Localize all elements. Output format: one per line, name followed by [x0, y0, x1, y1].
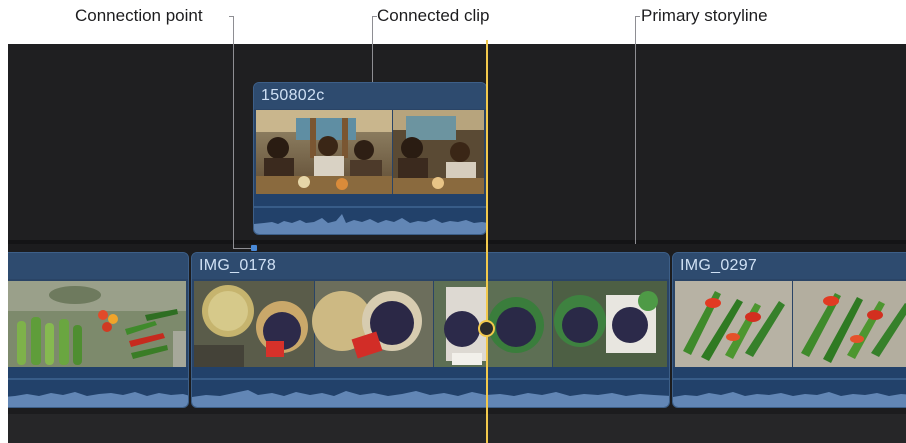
filmstrip	[675, 281, 906, 367]
filmstrip	[256, 110, 484, 194]
filmstrip	[194, 281, 667, 367]
waveform-graphic	[8, 378, 188, 407]
filmstrip-thumbnails	[675, 281, 906, 367]
playhead[interactable]	[486, 40, 488, 443]
clip-header	[8, 253, 188, 279]
audio-waveform	[673, 367, 906, 407]
thumbnail-market-1	[194, 281, 314, 367]
clip-title: IMG_0297	[680, 257, 758, 274]
thumbnail-peppers-2	[793, 281, 906, 367]
clip-header: IMG_0178	[192, 253, 669, 279]
waveform-graphic	[673, 378, 906, 407]
primary-storyline-leader	[635, 16, 636, 244]
waveform-graphic	[192, 378, 669, 407]
thumbnail-diners-2	[393, 110, 484, 194]
connection-point-leader	[233, 16, 234, 249]
waveform-graphic	[254, 206, 486, 234]
audio-waveform	[192, 367, 669, 407]
filmstrip-thumbnails	[8, 281, 186, 367]
clip-title: 150802c	[261, 87, 325, 104]
audio-waveform	[8, 367, 188, 407]
connected-clip[interactable]: 150802c	[253, 82, 487, 235]
filmstrip-thumbnails	[256, 110, 484, 194]
primary-clip-partial[interactable]	[8, 252, 189, 408]
connection-point-marker[interactable]	[251, 245, 257, 251]
connected-clip-callout: Connected clip	[377, 6, 490, 25]
thumbnail-vegetables-1	[8, 281, 186, 367]
timeline[interactable]: 150802c IMG_0178 IMG_0297	[8, 44, 906, 443]
thumbnail-market-2	[312, 281, 433, 367]
primary-storyline-callout: Primary storyline	[641, 6, 768, 25]
thumbnail-peppers-1	[675, 281, 792, 367]
connected-clip-leader	[372, 16, 373, 82]
audio-waveform	[254, 194, 486, 234]
connection-point-callout: Connection point	[75, 6, 203, 25]
filmstrip-thumbnails	[194, 281, 667, 367]
thumbnail-market-4	[553, 281, 667, 367]
primary-clip-img-0297[interactable]: IMG_0297	[672, 252, 906, 408]
skimmer-knob[interactable]	[478, 320, 495, 337]
filmstrip	[8, 281, 186, 367]
clip-header: 150802c	[254, 83, 486, 109]
clip-title: IMG_0178	[199, 257, 277, 274]
lane-separator	[8, 240, 906, 244]
primary-clip-img-0178[interactable]: IMG_0178	[191, 252, 670, 408]
thumbnail-diners-1	[256, 110, 392, 194]
connection-point-leader-foot	[233, 248, 253, 249]
clip-header: IMG_0297	[673, 253, 906, 279]
